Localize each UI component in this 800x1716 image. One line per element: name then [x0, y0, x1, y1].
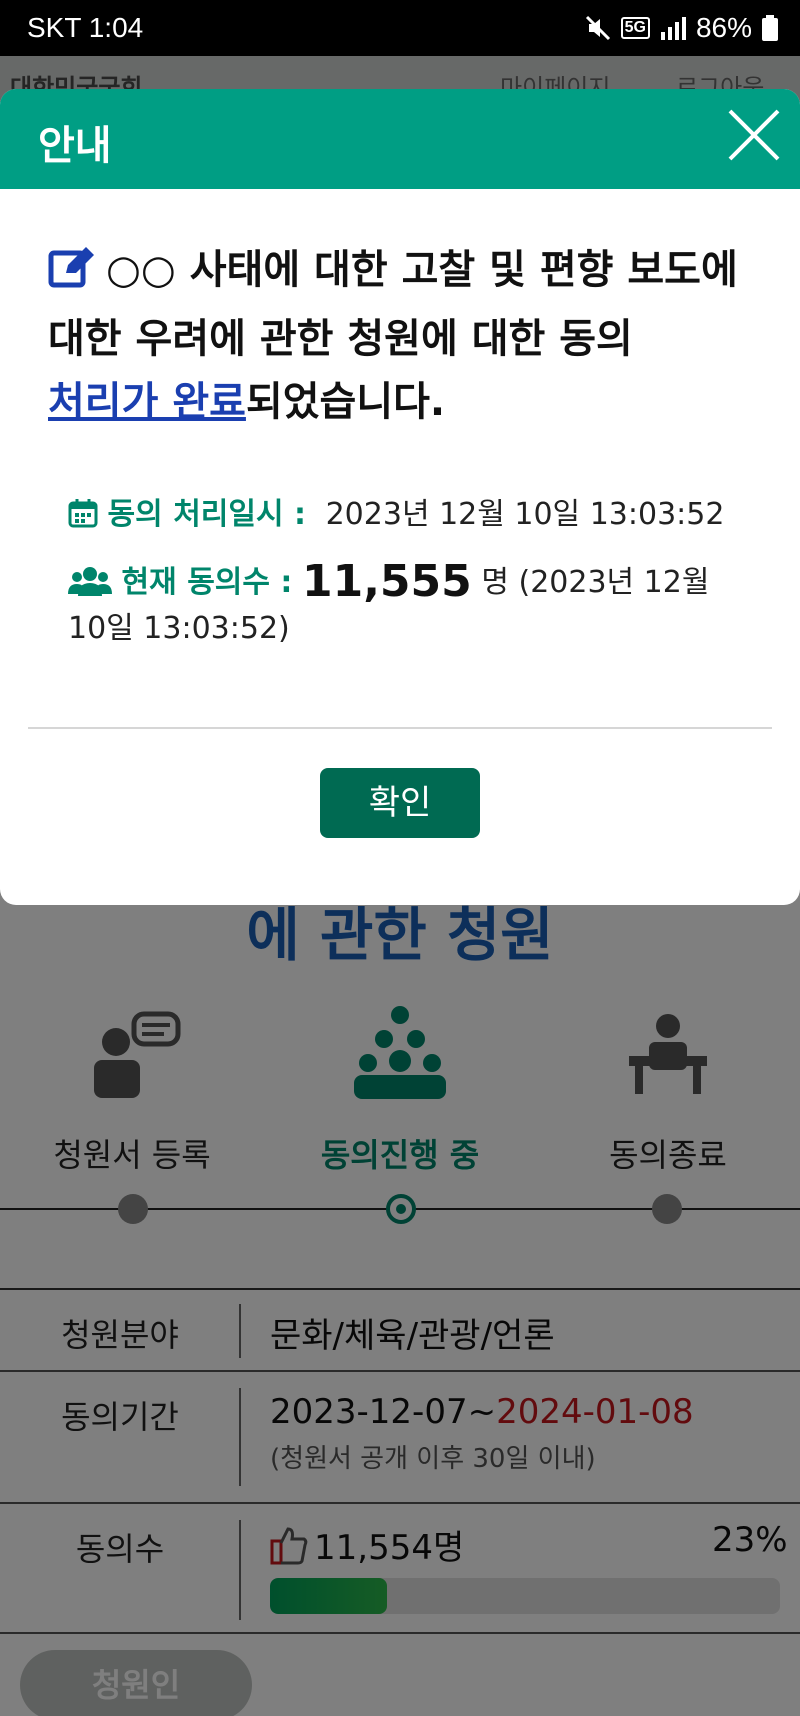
message-text: ○○ 사태에 대한 고찰 및 편향 보도에 대한 우려에 관한 청원에 대한 동… — [48, 247, 738, 362]
close-icon — [728, 109, 780, 161]
status-bar: SKT 1:04 5G 86% — [0, 0, 800, 56]
close-button[interactable] — [726, 107, 782, 163]
processed-datetime: 동의 처리일시 : 2023년 12월 10일 13:03:52 — [68, 494, 748, 536]
modal-header: 안내 — [0, 89, 800, 189]
edit-icon — [48, 245, 96, 308]
battery-level: 86% — [695, 12, 752, 43]
modal-divider — [28, 727, 772, 729]
message-link[interactable]: 처리가 완료 — [48, 379, 246, 425]
confirm-button[interactable]: 확인 — [320, 768, 480, 838]
users-icon — [68, 567, 112, 596]
signal-icon — [660, 17, 686, 40]
calendar-icon — [68, 499, 98, 528]
battery-icon — [762, 15, 778, 41]
count-unit: 명 — [481, 565, 509, 600]
notice-modal: 안내 ○○ 사태에 대한 고찰 및 편향 보도에 대한 우려에 관한 청원에 대… — [0, 89, 800, 905]
modal-title: 안내 — [38, 123, 112, 169]
modal-message: ○○ 사태에 대한 고찰 및 편향 보도에 대한 우려에 관한 청원에 대한 동… — [48, 239, 760, 434]
status-time: SKT 1:04 — [27, 12, 144, 43]
current-count: 현재 동의수 : 11,555 명 (2023년 12월 10일 13:03:5… — [68, 559, 748, 652]
mute-icon — [585, 15, 610, 41]
network-label: 5G — [620, 17, 650, 39]
count-number: 11,555 — [301, 556, 472, 607]
processed-value: 2023년 12월 10일 13:03:52 — [325, 497, 725, 532]
message-tail: 되었습니다. — [245, 379, 446, 425]
status-icons: 5G 86% — [585, 12, 778, 44]
processed-label: 동의 처리일시 : — [107, 497, 307, 532]
count-label: 현재 동의수 : — [121, 565, 293, 600]
